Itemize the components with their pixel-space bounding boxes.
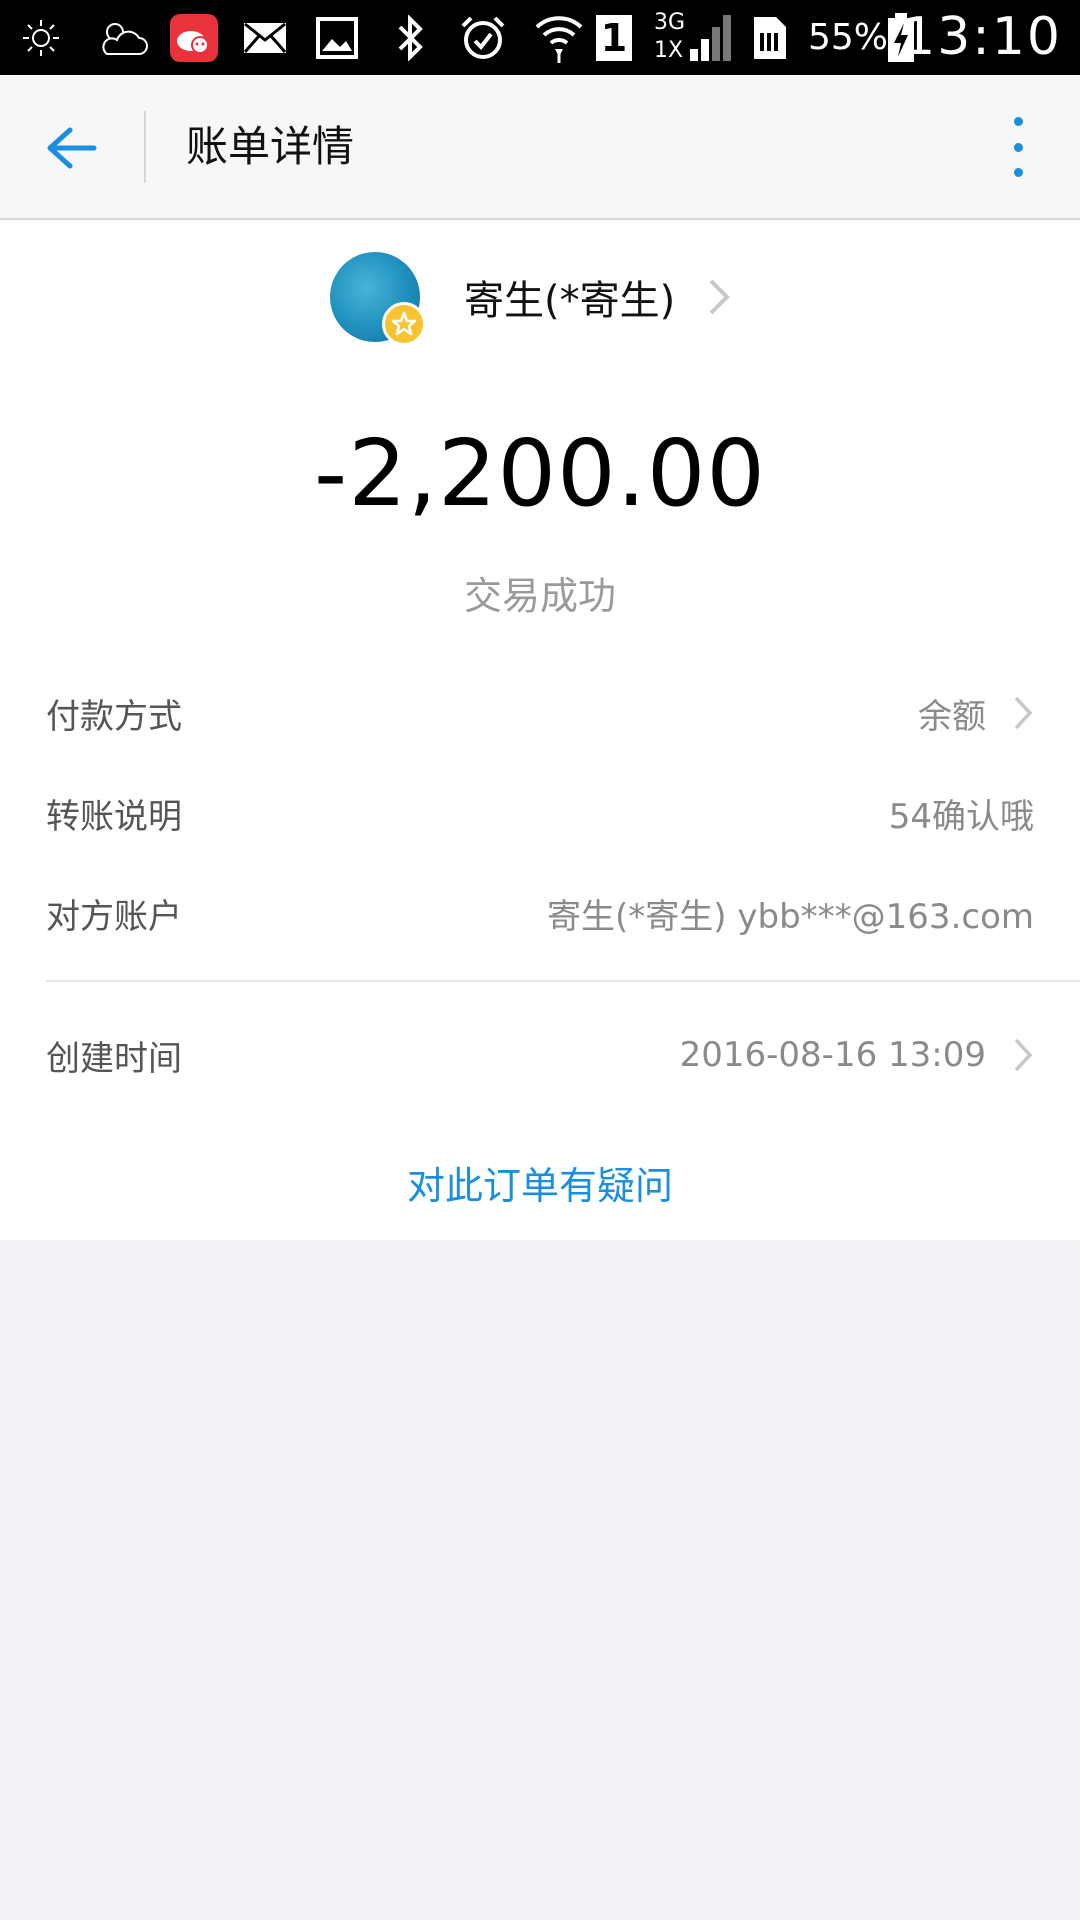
- image-icon: [314, 0, 360, 75]
- more-vert-icon-dot: [1013, 168, 1023, 177]
- status-bar: 1 3G 1X 55% 13:10: [0, 0, 1080, 75]
- clock: 13:10: [902, 7, 1062, 67]
- signal-3g-1x-icon: 3G 1X: [652, 0, 736, 75]
- detail-label: 付款方式: [46, 696, 182, 737]
- chevron-right-icon: [1014, 1038, 1033, 1072]
- order-question-link[interactable]: 对此订单有疑问: [0, 1155, 1080, 1210]
- avatar: [330, 252, 426, 346]
- brightness-icon: [20, 0, 62, 75]
- wifi-icon: [534, 0, 584, 75]
- alarm-icon: [458, 0, 508, 75]
- more-vert-icon-dot: [1013, 142, 1023, 152]
- weibo-notification-icon: [168, 0, 220, 75]
- sim1-label: 1: [596, 14, 632, 61]
- detail-value: 54确认哦: [888, 796, 1034, 837]
- payee-name: 寄生(*寄生): [464, 278, 676, 324]
- sim-card-icon: [750, 0, 790, 75]
- detail-label: 对方账户: [46, 896, 182, 937]
- more-options-button[interactable]: [998, 111, 1038, 183]
- network-1x-label: 1X: [654, 37, 684, 63]
- detail-value: 寄生(*寄生) ybb***@163.com: [547, 896, 1034, 937]
- payee-row[interactable]: 寄生(*寄生): [330, 252, 733, 346]
- bill-detail-card: 寄生(*寄生) -2,200.00 交易成功 付款方式 余额 转账说明 54确认…: [0, 220, 1080, 1240]
- chevron-right-icon: [709, 279, 731, 315]
- detail-row-transfer-note: 转账说明 54确认哦: [46, 778, 1034, 848]
- more-vert-icon: [1013, 117, 1023, 126]
- chevron-right-icon: [1014, 696, 1033, 730]
- detail-value: 2016-08-16 13:09: [679, 1035, 986, 1075]
- transaction-status: 交易成功: [463, 574, 616, 618]
- network-3g-label: 3G: [654, 9, 686, 35]
- page-title: 账单详情: [186, 122, 355, 171]
- arrow-left-icon: [47, 127, 97, 168]
- back-button[interactable]: [30, 110, 114, 185]
- transaction-amount: -2,200.00: [314, 420, 766, 527]
- detail-value: 余额: [918, 696, 986, 737]
- detail-label: 转账说明: [46, 796, 182, 837]
- battery-level: 55%: [808, 17, 889, 58]
- detail-row-counterparty-account: 对方账户 寄生(*寄生) ybb***@163.com: [46, 878, 1034, 948]
- detail-row-payment-method[interactable]: 付款方式 余额: [46, 678, 1034, 748]
- app-bar: 账单详情: [0, 75, 1080, 220]
- mail-icon: [242, 0, 288, 75]
- bluetooth-icon: [392, 0, 430, 75]
- sim1-icon: 1: [596, 0, 632, 75]
- section-divider: [46, 980, 1080, 982]
- detail-row-created-time[interactable]: 创建时间 2016-08-16 13:09: [46, 1020, 1034, 1090]
- detail-label: 创建时间: [46, 1038, 182, 1079]
- weather-icon: [94, 0, 150, 75]
- app-bar-divider: [144, 111, 146, 183]
- star-badge-icon: [382, 302, 426, 346]
